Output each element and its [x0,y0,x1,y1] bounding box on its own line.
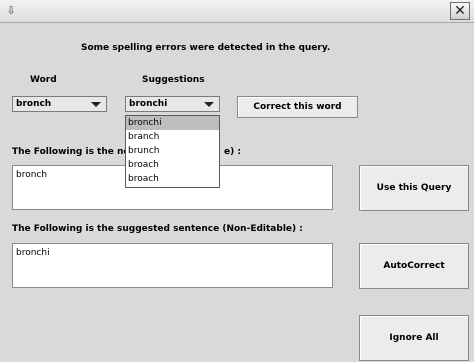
suggested-sentence-text: bronchi [16,248,50,258]
dialog-content: Some spelling errors were detected in th… [0,23,474,362]
ignore-all-label: Ignore All [389,333,439,343]
chevron-down-icon [91,102,101,107]
suggestion-option[interactable]: brunch [126,144,219,158]
suggestion-option[interactable]: bronchi [126,116,219,130]
editable-sentence-label-right: e) : [224,147,241,157]
suggestions-combo-value: bronchi [129,99,168,109]
autocorrect-button[interactable]: AutoCorrect [359,243,469,289]
use-query-button[interactable]: Use this Query [359,165,469,211]
system-menu-icon[interactable]: ⇩ [4,4,18,18]
spelling-message: Some spelling errors were detected in th… [81,43,331,53]
chevron-down-icon [204,102,214,107]
editable-query-text: bronch [16,170,48,180]
ignore-all-button[interactable]: Ignore All [359,315,469,361]
word-combo[interactable]: bronch [12,96,107,112]
autocorrect-label: AutoCorrect [383,261,445,271]
close-icon: ✕ [454,3,466,19]
correct-word-label: Correct this word [253,102,342,112]
title-bar: ⇩ ✕ [0,0,474,23]
close-button[interactable]: ✕ [450,2,470,20]
editable-sentence-label-left: The Following is the ne [12,147,130,157]
suggestions-combo[interactable]: bronchi [125,96,220,112]
suggestion-option[interactable]: branch [126,130,219,144]
suggestion-option[interactable]: broach [126,158,219,172]
suggested-sentence-field: bronchi [12,243,333,288]
suggestion-option[interactable]: broach [126,172,219,186]
word-label: Word [30,75,57,85]
word-combo-value: bronch [16,99,52,109]
use-query-label: Use this Query [376,183,452,193]
correct-word-button[interactable]: Correct this word [237,96,358,118]
suggested-sentence-label: The Following is the suggested sentence … [12,224,303,234]
suggestions-dropdown-list: bronchi branch brunch broach broach [125,115,220,188]
suggestions-label: Suggestions [142,75,205,85]
